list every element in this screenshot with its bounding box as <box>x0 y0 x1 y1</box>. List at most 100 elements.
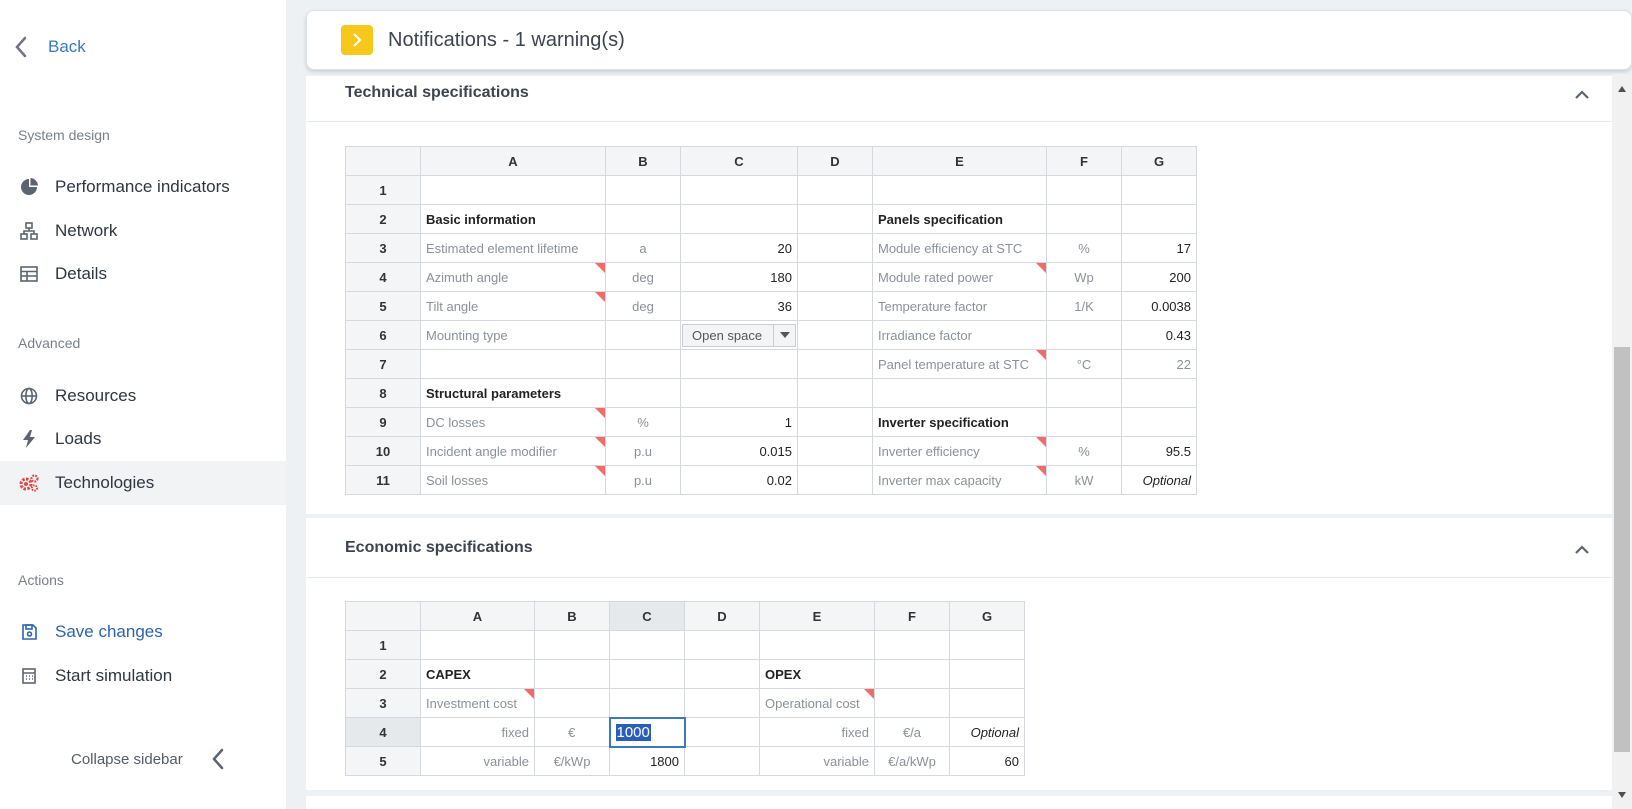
cell[interactable] <box>797 320 873 350</box>
value-cell[interactable]: 36 <box>680 291 798 321</box>
row-header[interactable]: 5 <box>345 291 421 321</box>
unit-cell[interactable]: % <box>1046 436 1122 466</box>
cell[interactable] <box>684 659 760 689</box>
section-cell[interactable]: Basic information <box>420 204 606 234</box>
notifications-bar[interactable]: Notifications - 1 warning(s) <box>306 10 1632 70</box>
unit-cell[interactable]: € <box>534 717 610 747</box>
cell[interactable] <box>797 291 873 321</box>
cell[interactable] <box>797 233 873 263</box>
col-header-e[interactable]: E <box>872 146 1047 176</box>
cell[interactable] <box>605 378 681 408</box>
row-header[interactable]: 6 <box>345 320 421 350</box>
unit-cell[interactable]: €/kWp <box>534 746 610 776</box>
label-cell[interactable]: Module efficiency at STC <box>872 233 1047 263</box>
scrollbar-thumb[interactable] <box>1614 347 1630 752</box>
unit-cell[interactable]: % <box>1046 233 1122 263</box>
cell[interactable] <box>1046 407 1122 437</box>
unit-cell[interactable]: deg <box>605 291 681 321</box>
cell[interactable] <box>1121 175 1197 205</box>
unit-cell[interactable]: €/a <box>874 717 950 747</box>
value-cell[interactable]: 22 <box>1121 349 1197 379</box>
value-cell[interactable]: 95.5 <box>1121 436 1197 466</box>
cell[interactable] <box>1046 204 1122 234</box>
unit-cell[interactable]: a <box>605 233 681 263</box>
col-header-b[interactable]: B <box>534 601 610 631</box>
cell[interactable] <box>680 349 798 379</box>
sidebar-item-loads[interactable]: Loads <box>0 417 286 461</box>
label-cell[interactable]: Tilt angle <box>420 291 606 321</box>
section-cell[interactable]: Structural parameters <box>420 378 606 408</box>
row-header[interactable]: 4 <box>345 262 421 292</box>
col-header-e[interactable]: E <box>759 601 875 631</box>
cell[interactable] <box>797 378 873 408</box>
row-header[interactable]: 3 <box>345 233 421 263</box>
label-cell[interactable]: Mounting type <box>420 320 606 350</box>
cell[interactable] <box>797 407 873 437</box>
sidebar-item-technologies[interactable]: Technologies <box>0 461 286 505</box>
cell[interactable] <box>1121 407 1197 437</box>
label-cell[interactable]: Operational cost <box>759 688 875 718</box>
label-cell[interactable]: Inverter max capacity <box>872 465 1047 495</box>
col-header-a[interactable]: A <box>420 146 606 176</box>
cell[interactable] <box>949 688 1025 718</box>
cell[interactable] <box>797 262 873 292</box>
label-cell[interactable]: Panel temperature at STC <box>872 349 1047 379</box>
cell[interactable] <box>605 175 681 205</box>
cell[interactable] <box>1046 320 1122 350</box>
mounting-type-select[interactable]: Open space <box>682 323 796 347</box>
unit-cell[interactable]: kW <box>1046 465 1122 495</box>
unit-cell[interactable]: 1/K <box>1046 291 1122 321</box>
cell[interactable] <box>949 630 1025 660</box>
cell[interactable] <box>684 717 760 747</box>
cell[interactable] <box>420 630 535 660</box>
label-cell[interactable]: Irradiance factor <box>872 320 1047 350</box>
expand-notifications-button[interactable] <box>341 25 373 55</box>
sidebar-item-details[interactable]: Details <box>0 252 286 296</box>
selected-cell-value[interactable]: 1000 <box>615 723 651 741</box>
row-header[interactable]: 5 <box>345 746 421 776</box>
cell[interactable] <box>680 378 798 408</box>
value-cell[interactable]: Optional <box>1121 465 1197 495</box>
cell[interactable] <box>874 688 950 718</box>
value-cell[interactable]: 1 <box>680 407 798 437</box>
cell[interactable] <box>605 204 681 234</box>
row-header[interactable]: 7 <box>345 349 421 379</box>
section-cell[interactable]: Inverter specification <box>872 407 1047 437</box>
col-header-a[interactable]: A <box>420 601 535 631</box>
value-cell[interactable]: 0.0038 <box>1121 291 1197 321</box>
back-link[interactable]: Back <box>14 34 86 60</box>
cell[interactable] <box>605 349 681 379</box>
cell[interactable] <box>1046 175 1122 205</box>
row-header[interactable]: 9 <box>345 407 421 437</box>
editing-cell[interactable]: 1000 <box>608 716 686 748</box>
row-header[interactable]: 4 <box>345 717 421 747</box>
cell[interactable] <box>1121 204 1197 234</box>
row-header[interactable]: 1 <box>345 630 421 660</box>
cell[interactable] <box>797 465 873 495</box>
label-cell[interactable]: Azimuth angle <box>420 262 606 292</box>
unit-cell[interactable]: p.u <box>605 436 681 466</box>
col-header-c[interactable]: C <box>680 146 798 176</box>
col-header-f[interactable]: F <box>1046 146 1122 176</box>
collapse-sidebar-button[interactable]: Collapse sidebar <box>71 748 225 770</box>
cell[interactable] <box>420 175 606 205</box>
label-cell[interactable]: fixed <box>420 717 535 747</box>
unit-cell[interactable]: deg <box>605 262 681 292</box>
cell[interactable] <box>684 746 760 776</box>
section-cell[interactable]: OPEX <box>759 659 875 689</box>
value-cell[interactable]: 1800 <box>609 746 685 776</box>
value-cell[interactable]: 0.43 <box>1121 320 1197 350</box>
value-cell[interactable]: 60 <box>949 746 1025 776</box>
col-header-g[interactable]: G <box>949 601 1025 631</box>
label-cell[interactable]: DC losses <box>420 407 606 437</box>
value-cell[interactable]: 0.015 <box>680 436 798 466</box>
cell[interactable] <box>534 630 610 660</box>
label-cell[interactable]: Module rated power <box>872 262 1047 292</box>
unit-cell[interactable]: % <box>605 407 681 437</box>
unit-cell[interactable]: °C <box>1046 349 1122 379</box>
unit-cell[interactable]: p.u <box>605 465 681 495</box>
cell[interactable] <box>949 659 1025 689</box>
cell[interactable] <box>797 175 873 205</box>
section-cell[interactable]: CAPEX <box>420 659 535 689</box>
value-cell[interactable]: 180 <box>680 262 798 292</box>
